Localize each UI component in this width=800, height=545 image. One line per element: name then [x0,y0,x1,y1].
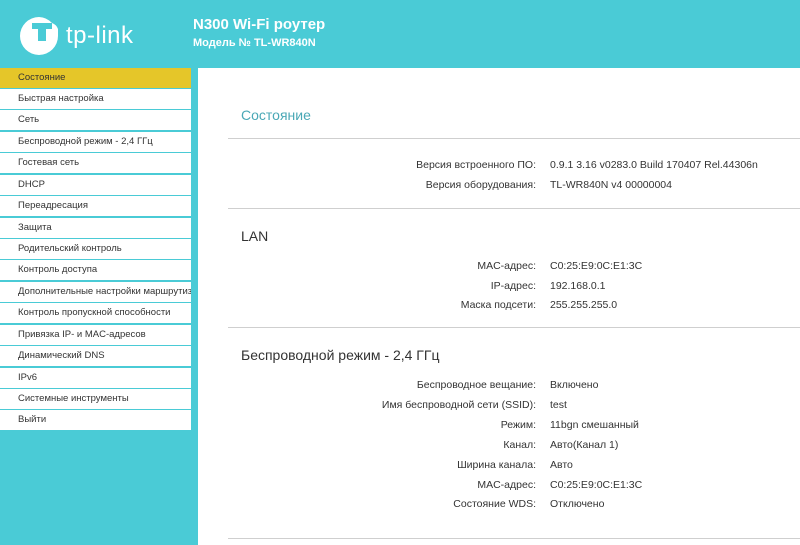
sidebar-item-guest-network[interactable]: Гостевая сеть [0,153,191,173]
sidebar-item-access-control[interactable]: Контроль доступа [0,260,191,280]
ssid-label: Имя беспроводной сети (SSID): [381,399,536,411]
tp-link-logo-icon [20,17,58,55]
lan-subnet-label: Маска подсети: [460,299,536,311]
wireless-section-title: Беспроводной режим - 2,4 ГГц [241,347,440,363]
divider [228,327,800,328]
sidebar-menu: Состояние Быстрая настройка Сеть Беспров… [0,68,198,545]
channel-label: Канал: [503,439,536,451]
sidebar-item-logout[interactable]: Выйти [0,410,191,430]
main-content: Состояние Версия встроенного ПО: 0.9.1 3… [198,68,800,545]
sidebar-item-system-tools[interactable]: Системные инструменты [0,389,191,409]
sidebar-item-parental-control[interactable]: Родительский контроль [0,239,191,259]
sidebar-item-bandwidth-control[interactable]: Контроль пропускной способности [0,303,191,323]
sidebar-item-quick-setup[interactable]: Быстрая настройка [0,89,191,109]
channel-width-value: Авто [550,459,573,471]
hardware-version-label: Версия оборудования: [425,179,536,191]
wireless-broadcast-value: Включено [550,379,599,391]
ssid-value: test [550,399,567,411]
sidebar-item-dynamic-dns[interactable]: Динамический DNS [0,346,191,366]
hardware-version-value: TL-WR840N v4 00000004 [550,179,672,191]
channel-width-label: Ширина канала: [457,459,536,471]
header: tp-link N300 Wi-Fi роутер Модель № TL-WR… [0,0,800,68]
wireless-mac-label: MAC-адрес: [477,479,536,491]
divider [228,208,800,209]
divider [228,538,800,539]
tp-link-logo[interactable]: tp-link [18,14,138,58]
wds-status-value: Отключено [550,498,605,510]
lan-subnet-value: 255.255.255.0 [550,299,618,311]
sidebar-item-forwarding[interactable]: Переадресация [0,196,191,216]
wireless-broadcast-label: Беспроводное вещание: [416,379,536,391]
sidebar-item-ipv6[interactable]: IPv6 [0,368,191,388]
lan-ip-label: IP-адрес: [490,280,536,292]
lan-ip-value: 192.168.0.1 [550,280,606,292]
sidebar-item-advanced-routing[interactable]: Дополнительные настройки маршрутизатора [0,282,191,302]
model-title: N300 Wi-Fi роутер [193,16,326,33]
sidebar-item-dhcp[interactable]: DHCP [0,175,191,195]
sidebar-item-status[interactable]: Состояние [0,68,191,88]
logo-text: tp-link [66,22,134,49]
divider [228,138,800,139]
mode-value: 11bgn смешанный [550,419,639,431]
firmware-version-value: 0.9.1 3.16 v0283.0 Build 170407 Rel.4430… [550,159,758,171]
firmware-version-label: Версия встроенного ПО: [416,159,536,171]
lan-mac-label: MAC-адрес: [477,260,536,272]
sidebar-item-wireless[interactable]: Беспроводной режим - 2,4 ГГц [0,132,191,152]
mode-label: Режим: [500,419,536,431]
lan-mac-value: C0:25:E9:0C:E1:3C [550,260,643,272]
wds-status-label: Состояние WDS: [453,498,536,510]
lan-section-title: LAN [241,228,269,244]
channel-value: Авто(Канал 1) [550,439,619,451]
model-number: Модель № TL-WR840N [193,37,316,49]
page-title: Состояние [241,107,311,123]
wireless-mac-value: C0:25:E9:0C:E1:3C [550,479,643,491]
sidebar-item-security[interactable]: Защита [0,218,191,238]
sidebar-item-network[interactable]: Сеть [0,110,191,130]
sidebar-item-ip-mac-binding[interactable]: Привязка IP- и MAC-адресов [0,325,191,345]
